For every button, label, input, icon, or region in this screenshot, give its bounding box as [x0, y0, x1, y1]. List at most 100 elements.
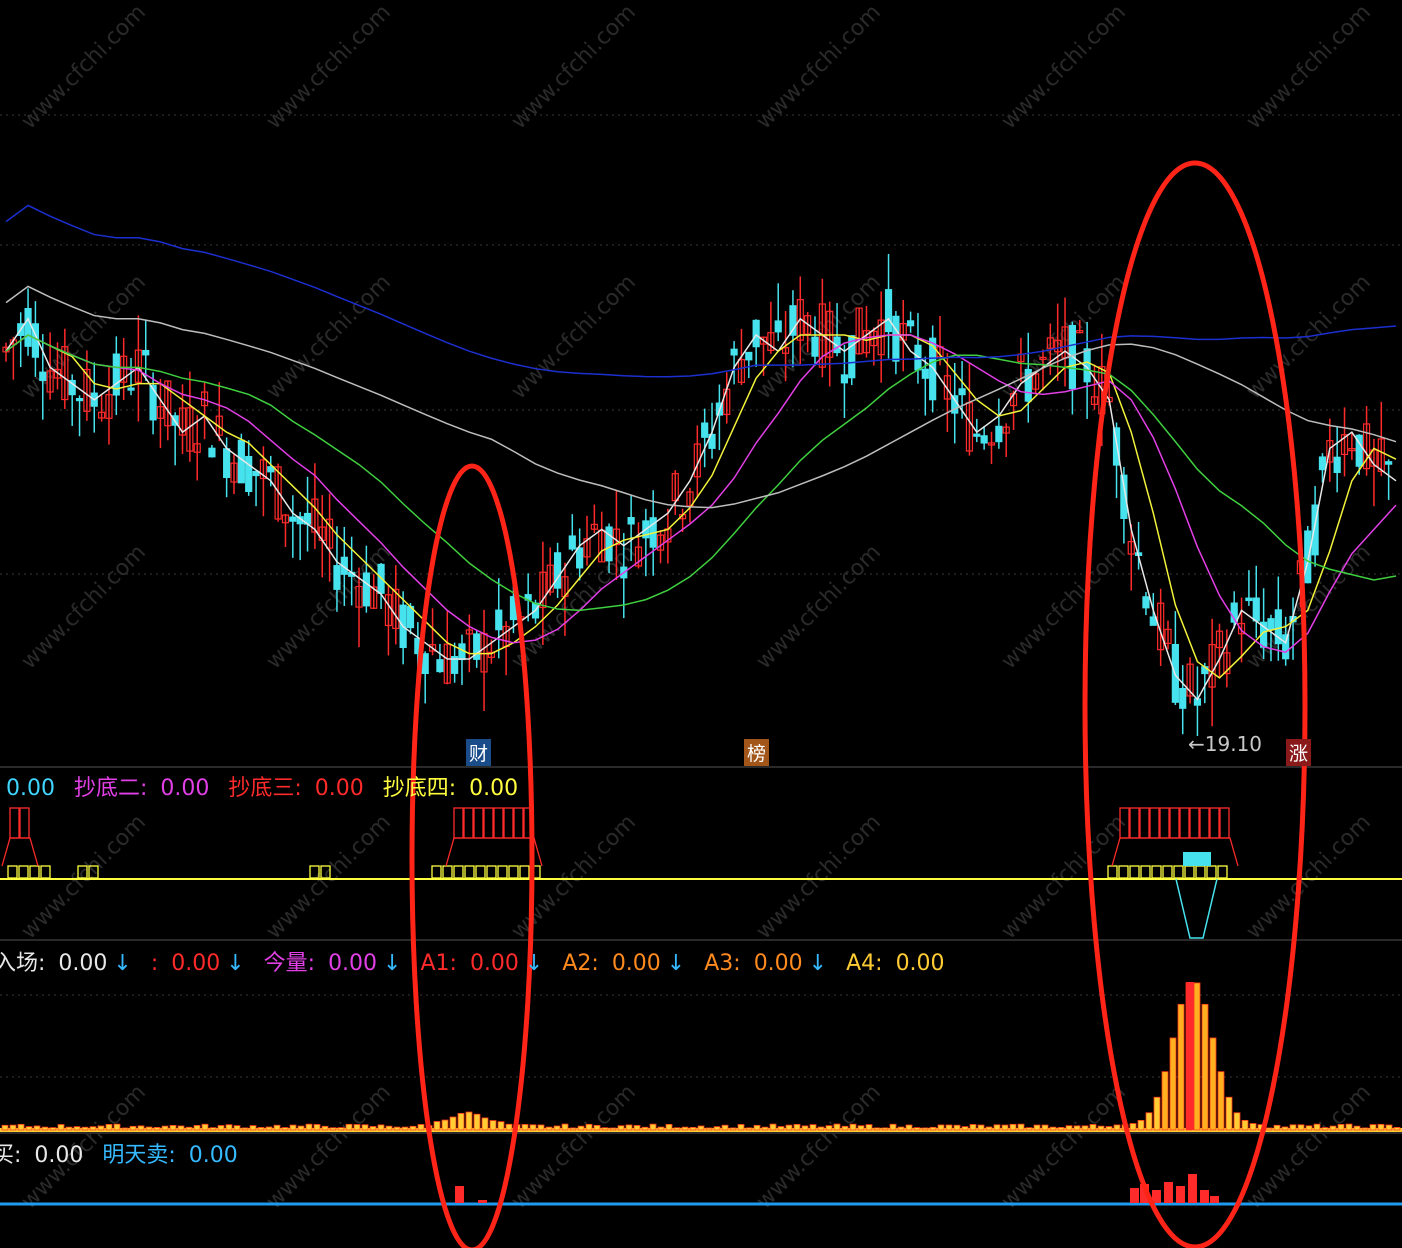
signal-box-small [1206, 865, 1217, 879]
volume-bar [521, 1124, 529, 1131]
watermark-text: www.cfchi.com [262, 270, 396, 404]
volume-bar [873, 1127, 881, 1131]
watermark-text: www.cfchi.com [1242, 0, 1376, 134]
volume-bar [1097, 1125, 1105, 1131]
volume-bar [1017, 1123, 1025, 1131]
p3-item-1: : 0.00 ↓ [150, 951, 245, 976]
volume-bar [1201, 1003, 1209, 1131]
volume-bar [953, 1124, 961, 1131]
watermark-text: www.cfchi.com [997, 1080, 1131, 1214]
volume-bar [265, 1126, 273, 1131]
volume-bar [673, 1127, 681, 1131]
ma-blue-line [5, 204, 1397, 378]
signal-box-tall [1159, 807, 1170, 839]
panel2-legend: 0.00 抄底二: 0.00 抄底三: 0.00 抄底四: 0.00 [0, 770, 530, 802]
watermark-text: www.cfchi.com [1242, 1080, 1376, 1214]
candle-down [1267, 618, 1275, 631]
volume-bar [921, 1127, 929, 1131]
candle-down [436, 659, 444, 673]
signal-box-small [464, 865, 475, 879]
volume-bar [1353, 1125, 1361, 1131]
panel3-legend: 入场: 0.00 ↓ : 0.00 ↓ 今量: 0.00 ↓ A1: 0.00 ↓ A2… [0, 945, 957, 977]
volume-bar [329, 1127, 337, 1131]
volume-bar [497, 1121, 505, 1131]
candle-down [223, 448, 231, 479]
watermark-text: www.cfchi.com [262, 810, 396, 944]
volume-bar [1233, 1112, 1241, 1131]
volume-bar [209, 1127, 217, 1131]
signal-box-small [1173, 865, 1184, 879]
signal-box-small [508, 865, 519, 879]
candle-down [840, 374, 849, 384]
volume-bar [993, 1124, 1001, 1131]
volume-bar [385, 1125, 393, 1131]
volume-bar [97, 1125, 105, 1131]
volume-bar [1177, 1003, 1185, 1131]
signal-box-small [453, 865, 464, 879]
volume-bar [529, 1124, 537, 1131]
volume-bar [977, 1124, 985, 1131]
volume-bar [577, 1125, 585, 1131]
watermark-text: www.cfchi.com [507, 540, 641, 674]
volume-bar [225, 1124, 233, 1131]
volume-bar [681, 1126, 689, 1131]
watermark-text: www.cfchi.com [17, 0, 151, 134]
volume-bar [417, 1124, 425, 1131]
candle-down [568, 535, 576, 550]
signal-box-small [29, 865, 40, 879]
watermark-text: www.cfchi.com [507, 0, 641, 134]
volume-bar [1113, 1124, 1121, 1131]
volume-bar [609, 1127, 617, 1131]
volume-bar [801, 1125, 809, 1131]
panel4-legend: 买: 0.00 明天卖: 0.00 [0, 1137, 250, 1169]
volume-bar [1313, 1123, 1321, 1131]
signal-box-tall [513, 807, 524, 839]
p2-item-0: 0.00 [6, 776, 55, 801]
volume-bar [1217, 1071, 1225, 1131]
volume-bar [1329, 1125, 1337, 1131]
watermark-text: www.cfchi.com [997, 0, 1131, 134]
volume-bar [1249, 1123, 1257, 1131]
volume-bar [929, 1126, 937, 1131]
signal-box-small [486, 865, 497, 879]
volume-bar [689, 1126, 697, 1131]
signal-box-small [431, 865, 442, 879]
p3-item-3: A1: 0.00 ↓ [420, 951, 544, 976]
watermark-text: www.cfchi.com [262, 540, 396, 674]
volume-bar [321, 1125, 329, 1131]
candle-down [752, 319, 760, 348]
buy-signal-bar [455, 1186, 464, 1203]
signal-box-tall [1189, 807, 1200, 839]
volume-bar [841, 1125, 849, 1131]
volume-bar [169, 1124, 177, 1131]
volume-bar [985, 1126, 993, 1131]
volume-bar [817, 1126, 825, 1131]
watermark-text: www.cfchi.com [507, 270, 641, 404]
volume-bar [113, 1123, 121, 1131]
volume-bar [1273, 1124, 1281, 1131]
bottom-signal-panel [0, 807, 1402, 939]
candle-down [75, 398, 84, 402]
signal-box-tall [463, 807, 474, 839]
volume-bar [89, 1126, 97, 1131]
watermark-text: www.cfchi.com [997, 810, 1131, 944]
signal-box-tall [483, 807, 494, 839]
volume-bar [569, 1127, 577, 1131]
volume-bar [1225, 1096, 1233, 1131]
candle-down [1142, 596, 1150, 609]
volume-bar [233, 1125, 241, 1131]
volume-bar [1089, 1124, 1097, 1131]
volume-bar [249, 1125, 257, 1131]
volume-bar [1025, 1127, 1033, 1131]
buy-signal-bar [1210, 1196, 1219, 1203]
candle-down [421, 653, 429, 675]
signal-box-tall [9, 807, 20, 839]
signal-box-tall [1139, 807, 1150, 839]
volume-bar [1289, 1124, 1297, 1131]
candle-down [24, 307, 32, 347]
volume-bar [345, 1123, 353, 1131]
volume-bar [761, 1126, 769, 1131]
signal-box-small [1217, 865, 1228, 879]
candle-down [811, 336, 819, 357]
watermark-text: www.cfchi.com [17, 540, 151, 674]
